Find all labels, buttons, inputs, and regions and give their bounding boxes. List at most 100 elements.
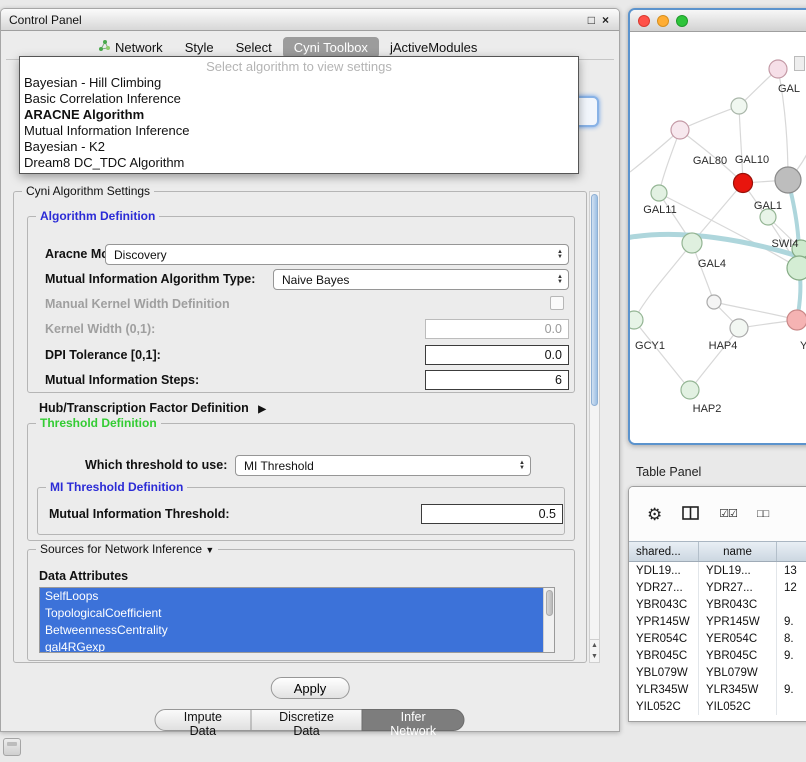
node-label: SWI4 (772, 238, 799, 250)
network-node[interactable] (681, 381, 699, 399)
cell: YBR043C (699, 596, 777, 613)
network-scrollbar-stub[interactable] (794, 56, 805, 71)
settings-scrollbar[interactable]: ▲ ▼ (589, 191, 600, 663)
select-all-icon[interactable]: ☑☑ (719, 506, 737, 523)
dropdown-item[interactable]: Dream8 DC_TDC Algorithm (20, 155, 578, 171)
network-node[interactable] (730, 319, 748, 337)
dropdown-item[interactable]: Mutual Information Inference (20, 123, 578, 139)
attribute-item-selected[interactable]: SelfLoops (40, 588, 543, 605)
expand-right-icon[interactable]: ▶ (258, 404, 266, 415)
manual-kernel-width-checkbox[interactable] (550, 296, 564, 310)
cell (777, 664, 806, 681)
mi-algorithm-type-value: Naive Bayes (282, 273, 349, 287)
table-row[interactable]: YPR145WYPR145W9. (629, 613, 806, 630)
kernel-width-field[interactable]: 0.0 (425, 319, 569, 339)
gear-icon[interactable]: ⚙ (647, 506, 662, 523)
tab-infer-network[interactable]: Infer Network (362, 709, 465, 731)
node-label: GCY1 (635, 340, 665, 352)
which-threshold-select[interactable]: MI Threshold ▲▼ (235, 455, 531, 476)
table-row[interactable]: YDR27...YDR27...12 (629, 579, 806, 596)
cell: YPR145W (699, 613, 777, 630)
attribute-item-selected[interactable]: BetweennessCentrality (40, 622, 543, 639)
cell: YER054C (699, 630, 777, 647)
table-row[interactable]: YBR045CYBR045C9. (629, 647, 806, 664)
minimize-traffic-light-icon[interactable] (657, 15, 669, 27)
tab-label: jActiveModules (390, 40, 477, 55)
manual-kernel-width-label: Manual Kernel Width Definition (45, 297, 230, 311)
sources-group-title[interactable]: Sources for Network Inference ▼ (36, 542, 218, 556)
kernel-width-value: 0.0 (545, 322, 562, 336)
dpi-tolerance-field[interactable]: 0.0 (425, 345, 569, 365)
network-view-window: GAL80 GAL10 GAL11 GAL1 SWI4 GAL4 GCY1 HA… (628, 8, 806, 445)
node-label: GAL10 (735, 154, 769, 166)
table-panel-window: ⚙ ☑☑ □□ shared... name YDL19...YDL19...1… (628, 486, 806, 722)
attributes-scrollbar[interactable] (543, 588, 554, 652)
node-label: GAL80 (693, 155, 727, 167)
table-row[interactable]: YBR043CYBR043C (629, 596, 806, 613)
show-columns-icon[interactable] (682, 506, 699, 523)
table-row[interactable]: YIL052CYIL052C (629, 698, 806, 715)
table-row[interactable]: YER054CYER054C8. (629, 630, 806, 647)
node-label: GAL11 (643, 204, 676, 216)
dropdown-item[interactable]: Bayesian - Hill Climbing (20, 75, 578, 91)
tab-impute-data[interactable]: Impute Data (155, 709, 252, 731)
cell: 9. (777, 647, 806, 664)
attribute-item-selected[interactable]: gal4RGexp (40, 639, 543, 652)
network-node[interactable] (787, 256, 806, 280)
column-header-name[interactable]: name (699, 542, 777, 561)
network-node[interactable] (769, 60, 787, 78)
table-row[interactable]: YDL19...YDL19...13 (629, 562, 806, 579)
attribute-item-selected[interactable]: TopologicalCoefficient (40, 605, 543, 622)
cell: 13 (777, 562, 806, 579)
mi-algorithm-type-select[interactable]: Naive Bayes ▲▼ (273, 269, 569, 290)
aracne-mode-select[interactable]: Discovery ▲▼ (105, 244, 569, 265)
network-node[interactable] (775, 167, 801, 193)
sources-title-label: Sources for Network Inference (40, 542, 202, 556)
close-traffic-light-icon[interactable] (638, 15, 650, 27)
column-header-shared-name[interactable]: shared... (629, 542, 699, 561)
clear-selection-icon[interactable]: □□ (757, 506, 768, 523)
network-node[interactable] (787, 310, 806, 330)
apply-button[interactable]: Apply (271, 677, 350, 699)
float-window-icon[interactable]: □ (588, 14, 595, 26)
network-graph[interactable]: GAL80 GAL10 GAL11 GAL1 SWI4 GAL4 GCY1 HA… (630, 32, 806, 445)
mi-steps-field[interactable]: 6 (425, 370, 569, 390)
tab-select[interactable]: Select (225, 37, 283, 58)
tab-network[interactable]: Network (87, 36, 174, 58)
zoom-traffic-light-icon[interactable] (676, 15, 688, 27)
network-node[interactable] (671, 121, 689, 139)
table-row[interactable]: YLR345WYLR345W9. (629, 681, 806, 698)
close-window-icon[interactable]: × (602, 14, 609, 26)
dropdown-item[interactable]: Bayesian - K2 (20, 139, 578, 155)
network-node[interactable] (630, 311, 643, 329)
collapse-down-icon[interactable]: ▼ (205, 545, 214, 555)
tab-cyni-toolbox[interactable]: Cyni Toolbox (283, 37, 379, 58)
mi-steps-label: Mutual Information Steps: (45, 373, 199, 387)
minimized-window-icon[interactable] (3, 738, 21, 756)
hub-transcription-factor-section[interactable]: Hub/Transcription Factor Definition ▶ (39, 401, 266, 415)
cell: YLR345W (629, 681, 699, 698)
network-node[interactable] (651, 185, 667, 201)
mi-threshold-field[interactable]: 0.5 (421, 504, 563, 524)
table-row[interactable]: YBL079WYBL079W (629, 664, 806, 681)
network-node[interactable] (682, 233, 702, 253)
tab-jactivemodules[interactable]: jActiveModules (379, 37, 488, 58)
tab-discretize-data[interactable]: Discretize Data (250, 709, 363, 731)
network-node[interactable] (731, 98, 747, 114)
mi-steps-value: 6 (555, 373, 562, 387)
network-canvas[interactable]: GAL80 GAL10 GAL11 GAL1 SWI4 GAL4 GCY1 HA… (630, 32, 806, 443)
dropdown-item[interactable]: Basic Correlation Inference (20, 91, 578, 107)
column-header-partial[interactable] (777, 542, 806, 561)
control-panel-titlebar: Control Panel □ × (1, 9, 619, 31)
scroll-down-icon[interactable]: ▼ (590, 651, 599, 662)
network-node[interactable] (707, 295, 721, 309)
scroll-up-icon[interactable]: ▲ (590, 640, 599, 651)
scrollbar-thumb[interactable] (591, 194, 598, 406)
algorithm-dropdown-popup: Select algorithm to view settings Bayesi… (19, 56, 579, 174)
network-icon (98, 39, 111, 55)
dropdown-item-selected[interactable]: ARACNE Algorithm (20, 107, 578, 123)
cell: YBL079W (699, 664, 777, 681)
tab-style[interactable]: Style (174, 37, 225, 58)
cell: YIL052C (699, 698, 777, 715)
network-node-selected[interactable] (734, 174, 753, 193)
